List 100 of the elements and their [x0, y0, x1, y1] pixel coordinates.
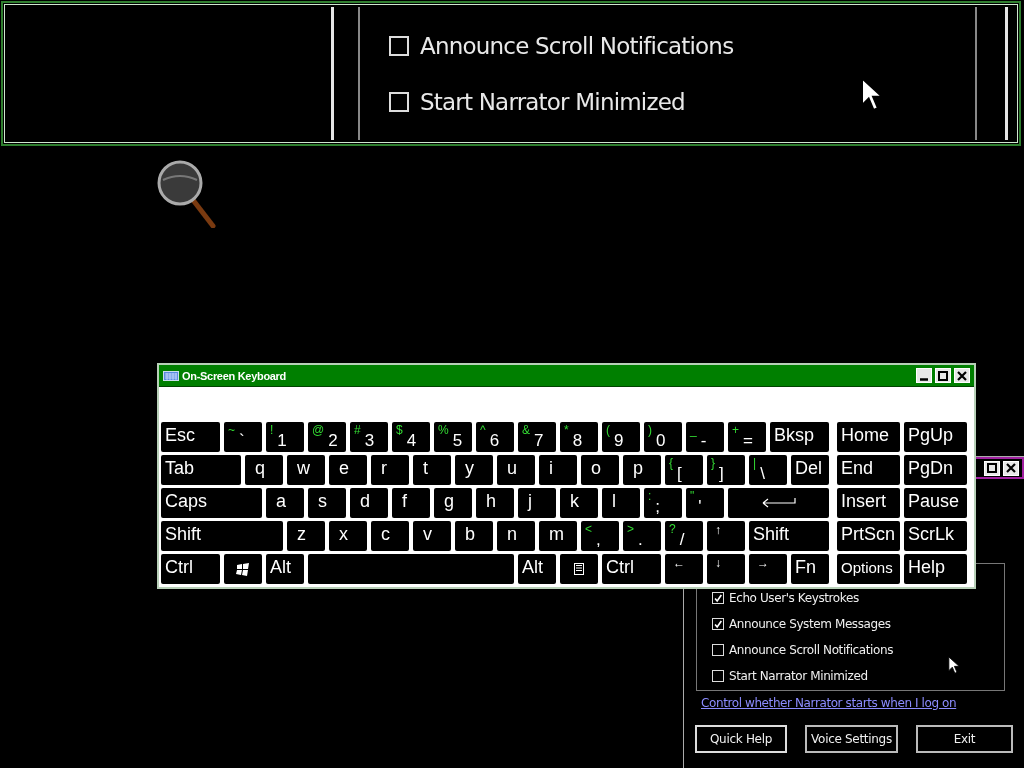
enter-key[interactable] [728, 488, 829, 518]
key[interactable]: w [287, 455, 325, 485]
checkbox[interactable] [712, 644, 724, 656]
key[interactable]: PgDn [904, 455, 967, 485]
key[interactable]: * 8 [560, 422, 598, 452]
key[interactable]: ( 9 [602, 422, 640, 452]
key[interactable]: ↑ [707, 521, 745, 551]
key[interactable]: ! 1 [266, 422, 304, 452]
key[interactable]: c [371, 521, 409, 551]
key[interactable]: < , [581, 521, 619, 551]
key[interactable]: v [413, 521, 451, 551]
key[interactable]: Help [904, 554, 967, 584]
menu-key[interactable] [560, 554, 598, 584]
key[interactable]: } ] [707, 455, 745, 485]
key[interactable]: Pause [904, 488, 967, 518]
close-button[interactable] [954, 368, 970, 383]
windows-key[interactable] [224, 554, 262, 584]
key[interactable]: > . [623, 521, 661, 551]
checkbox[interactable] [712, 592, 724, 604]
checkbox-label: Announce System Messages [729, 617, 891, 631]
key[interactable]: { [ [665, 455, 703, 485]
key[interactable]: Home [837, 422, 900, 452]
key[interactable]: o [581, 455, 619, 485]
key[interactable]: Ctrl [161, 554, 220, 584]
key[interactable]: # 3 [350, 422, 388, 452]
checkbox[interactable] [712, 670, 724, 682]
link[interactable]: Control whether Narrator starts when I log on [701, 696, 957, 710]
key[interactable]: s [308, 488, 346, 518]
checkbox-label: Echo User's Keystrokes [729, 591, 859, 605]
pointer-icon [948, 656, 960, 675]
dialog-button[interactable]: Voice Settings [805, 725, 898, 753]
key[interactable]: e [329, 455, 367, 485]
key[interactable]: k [560, 488, 598, 518]
four-panes-icon [236, 562, 250, 576]
key[interactable]: Esc [161, 422, 220, 452]
checkbox[interactable] [389, 92, 409, 112]
key[interactable]: Bksp [770, 422, 829, 452]
key[interactable]: Options [837, 554, 900, 584]
maximize-icon [987, 463, 997, 473]
maximize-button[interactable] [984, 460, 1000, 476]
key[interactable]: " ' [686, 488, 724, 518]
key[interactable]: x [329, 521, 367, 551]
key[interactable]: m [539, 521, 577, 551]
key[interactable]: % 5 [434, 422, 472, 452]
checkbox[interactable] [712, 618, 724, 630]
key[interactable]: g [434, 488, 472, 518]
key[interactable]: Caps [161, 488, 262, 518]
keyboard-icon [163, 370, 179, 381]
key[interactable]: _ - [686, 422, 724, 452]
key[interactable]: a [266, 488, 304, 518]
key[interactable]: t [413, 455, 451, 485]
dialog-button[interactable]: Exit [916, 725, 1013, 753]
key[interactable]: ← [665, 554, 703, 584]
key[interactable]: r [371, 455, 409, 485]
key[interactable]: + = [728, 422, 766, 452]
dialog-button[interactable]: Quick Help [695, 725, 787, 753]
key[interactable]: Shift [161, 521, 283, 551]
key[interactable]: PrtScn [837, 521, 900, 551]
checkbox-label: Start Narrator Minimized [420, 89, 685, 115]
minimize-button[interactable] [916, 368, 932, 383]
key[interactable]: h [476, 488, 514, 518]
key[interactable]: Shift [749, 521, 829, 551]
key[interactable]: ? / [665, 521, 703, 551]
key[interactable]: Alt [266, 554, 304, 584]
key[interactable]: Tab [161, 455, 241, 485]
key[interactable]: Alt [518, 554, 556, 584]
key[interactable]: p [623, 455, 661, 485]
key[interactable]: ) 0 [644, 422, 682, 452]
close-button[interactable] [1003, 460, 1019, 476]
key[interactable]: End [837, 455, 900, 485]
key[interactable]: ^ 6 [476, 422, 514, 452]
key[interactable]: y [455, 455, 493, 485]
key[interactable]: ScrLk [904, 521, 967, 551]
close-icon [1006, 463, 1016, 473]
minimize-icon [920, 377, 928, 381]
key[interactable]: Del [791, 455, 829, 485]
maximize-button[interactable] [935, 368, 951, 383]
key[interactable]: i [539, 455, 577, 485]
key[interactable]: j [518, 488, 556, 518]
key[interactable]: Insert [837, 488, 900, 518]
key[interactable]: f [392, 488, 430, 518]
key[interactable]: Fn [791, 554, 829, 584]
key[interactable]: Ctrl [602, 554, 661, 584]
key[interactable]: l [602, 488, 640, 518]
key[interactable]: n [497, 521, 535, 551]
key[interactable]: & 7 [518, 422, 556, 452]
key[interactable]: $ 4 [392, 422, 430, 452]
key[interactable]: | \ [749, 455, 787, 485]
key[interactable]: PgUp [904, 422, 967, 452]
checkbox[interactable] [389, 36, 409, 56]
key[interactable]: q [245, 455, 283, 485]
key[interactable]: ↓ [707, 554, 745, 584]
key[interactable]: @ 2 [308, 422, 346, 452]
key[interactable]: b [455, 521, 493, 551]
key[interactable]: z [287, 521, 325, 551]
key[interactable]: : ; [644, 488, 682, 518]
key[interactable]: d [350, 488, 388, 518]
key[interactable]: → [749, 554, 787, 584]
key[interactable]: ~ ` [224, 422, 262, 452]
key[interactable]: u [497, 455, 535, 485]
